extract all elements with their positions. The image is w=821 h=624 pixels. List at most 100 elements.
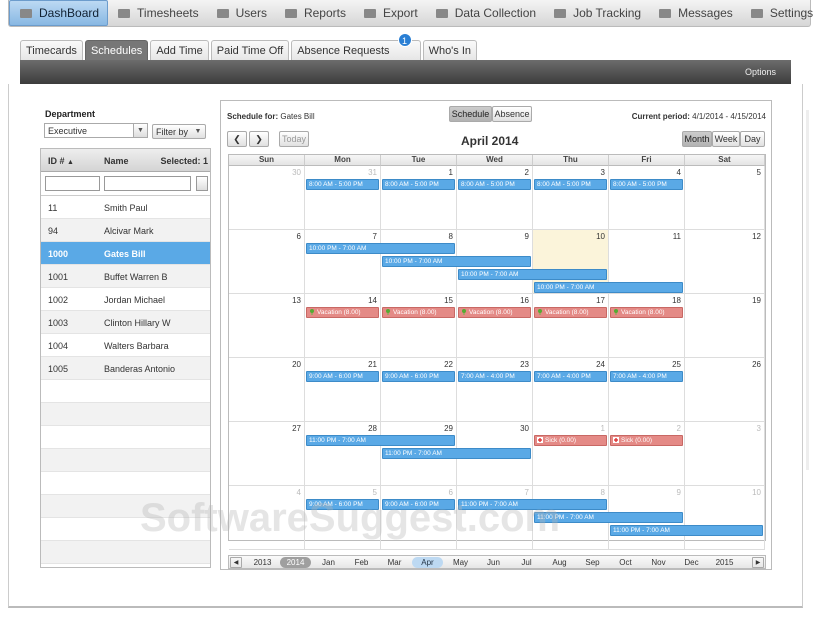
day-cell[interactable]: 2	[609, 422, 685, 486]
id-column-header[interactable]: ID # ▲	[48, 156, 74, 166]
shift-event[interactable]: 11:00 PM - 7:00 AM	[382, 448, 531, 459]
day-cell[interactable]: 24	[533, 358, 609, 422]
nav-item-job-tracking[interactable]: Job Tracking	[544, 0, 649, 26]
shift-event[interactable]: 8:00 AM - 5:00 PM	[458, 179, 531, 190]
day-cell[interactable]: 5	[685, 166, 765, 230]
vacation-event[interactable]: Vacation (8.00)	[610, 307, 683, 318]
strip-item-2013[interactable]: 2013	[247, 557, 278, 568]
filter-clear-button[interactable]	[196, 176, 208, 191]
table-row[interactable]: 1002 Jordan Michael	[41, 288, 210, 311]
month-mode-button[interactable]: Month	[682, 131, 712, 147]
tab-schedules[interactable]: Schedules	[84, 40, 149, 60]
table-row[interactable]: 11 Smith Paul	[41, 196, 210, 219]
vacation-event[interactable]: Vacation (8.00)	[306, 307, 379, 318]
shift-event[interactable]: 7:00 AM - 4:00 PM	[610, 371, 683, 382]
tab-absence-requests[interactable]: Absence Requests 1	[291, 33, 421, 60]
day-cell[interactable]: 2	[457, 166, 533, 230]
table-row[interactable]: 1004 Walters Barbara	[41, 334, 210, 357]
absence-view-button[interactable]: Absence	[492, 106, 532, 122]
next-month-button[interactable]: ❯	[249, 131, 269, 147]
nav-item-data-collection[interactable]: Data Collection	[426, 0, 544, 26]
table-row[interactable]: 1000 Gates Bill	[41, 242, 210, 265]
name-column-header[interactable]: Name	[104, 156, 129, 166]
day-cell[interactable]: 23	[457, 358, 533, 422]
day-cell[interactable]: 17	[533, 294, 609, 358]
nav-item-reports[interactable]: Reports	[275, 0, 354, 26]
day-cell[interactable]: 1	[533, 422, 609, 486]
strip-item-2015[interactable]: 2015	[709, 557, 740, 568]
sick-event[interactable]: Sick (0.00)	[610, 435, 683, 446]
shift-event[interactable]: 8:00 AM - 5:00 PM	[306, 179, 379, 190]
day-mode-button[interactable]: Day	[740, 131, 765, 147]
day-cell[interactable]: 3	[533, 166, 609, 230]
strip-next-button[interactable]: ▶	[752, 557, 764, 568]
shift-event[interactable]: 8:00 AM - 5:00 PM	[534, 179, 607, 190]
strip-item-jul[interactable]: Jul	[511, 557, 542, 568]
name-filter-input[interactable]	[104, 176, 191, 191]
today-button[interactable]: Today	[279, 131, 309, 147]
table-row[interactable]: 1003 Clinton Hillary W	[41, 311, 210, 334]
nav-item-users[interactable]: Users	[207, 0, 275, 26]
strip-item-2014[interactable]: 2014	[280, 557, 311, 568]
week-mode-button[interactable]: Week	[712, 131, 740, 147]
options-link[interactable]: Options	[745, 67, 776, 77]
shift-event[interactable]: 8:00 AM - 5:00 PM	[610, 179, 683, 190]
nav-item-export[interactable]: Export	[354, 0, 426, 26]
table-row[interactable]: 1005 Banderas Antonio	[41, 357, 210, 380]
prev-month-button[interactable]: ❮	[227, 131, 247, 147]
shift-event[interactable]: 7:00 AM - 4:00 PM	[534, 371, 607, 382]
shift-event[interactable]: 7:00 AM - 4:00 PM	[458, 371, 531, 382]
id-filter-input[interactable]	[45, 176, 100, 191]
tab-paid-time-off[interactable]: Paid Time Off	[210, 40, 290, 60]
day-cell[interactable]: 14	[305, 294, 381, 358]
shift-event[interactable]: 10:00 PM - 7:00 AM	[458, 269, 607, 280]
table-row[interactable]: 94 Alcivar Mark	[41, 219, 210, 242]
shift-event[interactable]: 11:00 PM - 7:00 AM	[306, 435, 455, 446]
day-cell[interactable]: 18	[609, 294, 685, 358]
day-cell[interactable]: 19	[685, 294, 765, 358]
day-cell[interactable]: 10	[685, 486, 765, 550]
strip-item-dec[interactable]: Dec	[676, 557, 707, 568]
strip-item-may[interactable]: May	[445, 557, 476, 568]
day-cell[interactable]: 12	[685, 230, 765, 294]
day-cell[interactable]: 27	[229, 422, 305, 486]
department-select[interactable]: Executive ▼	[44, 123, 148, 138]
strip-item-mar[interactable]: Mar	[379, 557, 410, 568]
day-cell[interactable]: 21	[305, 358, 381, 422]
shift-event[interactable]: 10:00 PM - 7:00 AM	[306, 243, 455, 254]
day-cell[interactable]: 31	[305, 166, 381, 230]
day-cell[interactable]: 15	[381, 294, 457, 358]
day-cell[interactable]: 22	[381, 358, 457, 422]
day-cell[interactable]: 26	[685, 358, 765, 422]
strip-item-nov[interactable]: Nov	[643, 557, 674, 568]
schedule-view-button[interactable]: Schedule	[449, 106, 492, 122]
nav-item-dashboard[interactable]: DashBoard	[9, 0, 109, 26]
table-row[interactable]: 1001 Buffet Warren B	[41, 265, 210, 288]
sick-event[interactable]: Sick (0.00)	[534, 435, 607, 446]
day-cell[interactable]: 16	[457, 294, 533, 358]
day-cell[interactable]: 3	[685, 422, 765, 486]
day-cell[interactable]: 7	[305, 230, 381, 294]
shift-event[interactable]: 9:00 AM - 6:00 PM	[306, 371, 379, 382]
day-cell[interactable]: 4	[609, 166, 685, 230]
strip-prev-button[interactable]: ◀	[230, 557, 242, 568]
shift-event[interactable]: 11:00 PM - 7:00 AM	[610, 525, 763, 536]
day-cell[interactable]: 30	[229, 166, 305, 230]
strip-item-jan[interactable]: Jan	[313, 557, 344, 568]
strip-item-aug[interactable]: Aug	[544, 557, 575, 568]
day-cell[interactable]: 28	[305, 422, 381, 486]
day-cell[interactable]: 20	[229, 358, 305, 422]
filter-by-select[interactable]: Filter by ▼	[152, 124, 206, 139]
day-cell[interactable]: 13	[229, 294, 305, 358]
nav-item-settings[interactable]: Settings	[741, 0, 821, 26]
strip-item-sep[interactable]: Sep	[577, 557, 608, 568]
shift-event[interactable]: 8:00 AM - 5:00 PM	[382, 179, 455, 190]
strip-item-apr[interactable]: Apr	[412, 557, 443, 568]
vacation-event[interactable]: Vacation (8.00)	[458, 307, 531, 318]
vacation-event[interactable]: Vacation (8.00)	[534, 307, 607, 318]
nav-item-messages[interactable]: Messages	[649, 0, 741, 26]
strip-item-oct[interactable]: Oct	[610, 557, 641, 568]
vacation-event[interactable]: Vacation (8.00)	[382, 307, 455, 318]
day-cell[interactable]: 25	[609, 358, 685, 422]
nav-item-timesheets[interactable]: Timesheets	[108, 0, 207, 26]
